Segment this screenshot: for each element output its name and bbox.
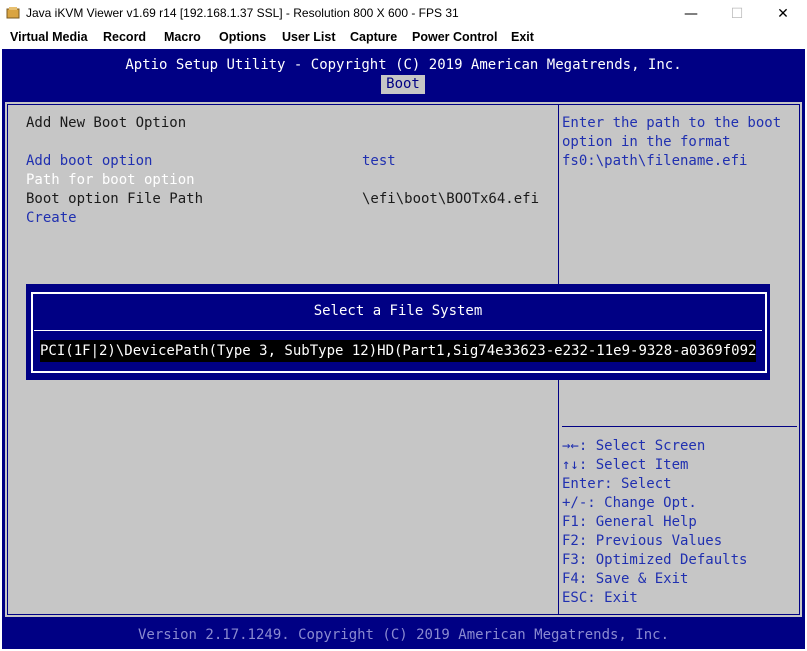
select-file-system-dialog: Select a File System PCI(1F|2)\DevicePat…	[26, 284, 770, 380]
tab-boot[interactable]: Boot	[381, 75, 425, 94]
menu-macro[interactable]: Macro	[164, 30, 201, 44]
close-button[interactable]: ✕	[760, 0, 806, 28]
help-line: Enter the path to the boot	[562, 115, 782, 131]
maximize-button[interactable]: ☐	[714, 0, 760, 28]
window-titlebar: Java iKVM Viewer v1.69 r14 [192.168.1.37…	[0, 0, 807, 28]
key-legend-item: ↑↓: Select Item	[562, 457, 689, 473]
dialog-title: Select a File System	[313, 303, 483, 319]
key-legend-item: →←: Select Screen	[562, 438, 706, 454]
java-app-icon	[6, 7, 20, 19]
add-boot-option-value[interactable]: test	[362, 152, 396, 171]
boot-option-file-path-value: \efi\boot\BOOTx64.efi	[362, 191, 540, 207]
menu-virtual-media[interactable]: Virtual Media	[10, 30, 88, 44]
key-legend-item: ESC: Exit	[562, 590, 638, 606]
window-title: Java iKVM Viewer v1.69 r14 [192.168.1.37…	[26, 6, 459, 20]
key-legend-item: F4: Save & Exit	[562, 571, 689, 587]
menu-exit[interactable]: Exit	[511, 30, 534, 44]
help-divider	[562, 426, 797, 427]
add-boot-option-label[interactable]: Add boot option	[26, 152, 152, 171]
menu-power-control[interactable]: Power Control	[412, 30, 497, 44]
bios-footer: Version 2.17.1249. Copyright (C) 2019 Am…	[137, 627, 669, 643]
key-legend-item: F2: Previous Values	[562, 533, 723, 549]
menu-capture[interactable]: Capture	[350, 30, 397, 44]
bios-screen: Aptio Setup Utility - Copyright (C) 2019…	[2, 49, 805, 649]
bios-header: Aptio Setup Utility - Copyright (C) 2019…	[125, 57, 682, 73]
boot-option-file-path-label: Boot option File Path	[26, 191, 204, 207]
key-legend-item: +/-: Change Opt.	[562, 495, 697, 511]
minimize-button[interactable]: —	[668, 0, 714, 28]
path-for-boot-option-label[interactable]: Path for boot option	[26, 171, 195, 190]
dialog-separator	[34, 330, 762, 331]
menu-options[interactable]: Options	[219, 30, 266, 44]
section-title: Add New Boot Option	[26, 115, 187, 131]
file-system-option[interactable]: PCI(1F|2)\DevicePath(Type 3, SubType 12)…	[40, 340, 756, 362]
key-legend-item: F3: Optimized Defaults	[562, 552, 748, 568]
menu-user-list[interactable]: User List	[282, 30, 336, 44]
help-line: option in the format	[562, 134, 731, 150]
help-line: fs0:\path\filename.efi	[562, 153, 748, 169]
menu-bar: Virtual Media Record Macro Options User …	[0, 28, 807, 48]
key-legend-item: Enter: Select	[562, 476, 672, 492]
key-legend-item: F1: General Help	[562, 514, 697, 530]
create-option[interactable]: Create	[26, 209, 77, 228]
menu-record[interactable]: Record	[103, 30, 146, 44]
